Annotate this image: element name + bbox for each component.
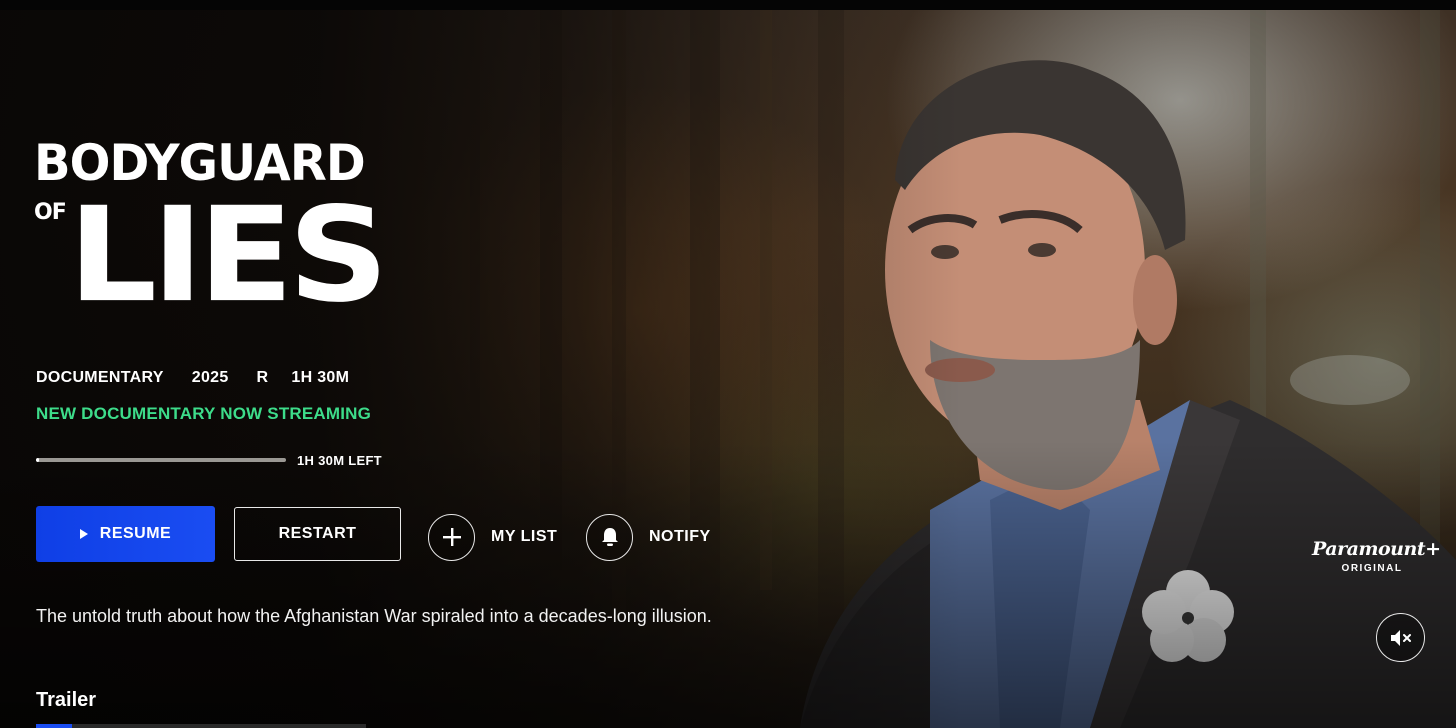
restart-button[interactable]: RESTART: [234, 507, 401, 561]
top-strip: [0, 0, 1456, 10]
time-left-label: 1H 30M LEFT: [297, 452, 382, 468]
title-of: OF: [34, 200, 67, 225]
watch-progress: 1H 30M LEFT: [36, 451, 382, 469]
play-icon: [79, 529, 88, 539]
mute-button[interactable]: [1376, 613, 1425, 662]
notify-ring: [586, 513, 633, 561]
my-list-label: MY LIST: [491, 528, 558, 545]
my-list-ring: [428, 513, 475, 561]
metadata-row: DOCUMENTARY 2025 R 1H 30M: [36, 368, 377, 388]
resume-button[interactable]: RESUME: [36, 506, 215, 562]
hero-screen: BODYGUARD OF LIES DOCUMENTARY 2025 R 1H …: [0, 0, 1456, 728]
trailer-row-peek[interactable]: [36, 724, 366, 728]
brand-sub: ORIGINAL: [1341, 563, 1403, 574]
meta-duration: 1H 30M: [291, 369, 350, 386]
resume-label: RESUME: [99, 525, 172, 542]
trailer-section-title: Trailer: [36, 689, 97, 711]
meta-genre: DOCUMENTARY: [36, 369, 164, 386]
brand-name: Paramount+: [1312, 538, 1441, 560]
paramount-original-badge: Paramount+ ORIGINAL: [1312, 538, 1441, 575]
progress-bar: [36, 458, 286, 462]
show-description: The untold truth about how the Afghanist…: [36, 606, 712, 626]
meta-year: 2025: [191, 369, 229, 386]
trailer-thumb-accent: [36, 724, 72, 728]
tagline: NEW DOCUMENTARY NOW STREAMING: [36, 404, 372, 423]
bell-icon: [601, 528, 618, 546]
title-line-2: LIES: [68, 178, 389, 332]
notify-button[interactable]: NOTIFY: [586, 512, 711, 562]
meta-rating: R: [256, 369, 269, 386]
progress-fill: [36, 458, 39, 462]
speaker-muted-icon: [1390, 629, 1411, 646]
my-list-button[interactable]: MY LIST: [428, 512, 557, 562]
notify-label: NOTIFY: [649, 528, 711, 545]
show-title-logo: BODYGUARD OF LIES: [34, 138, 389, 338]
plus-icon: [442, 528, 461, 546]
